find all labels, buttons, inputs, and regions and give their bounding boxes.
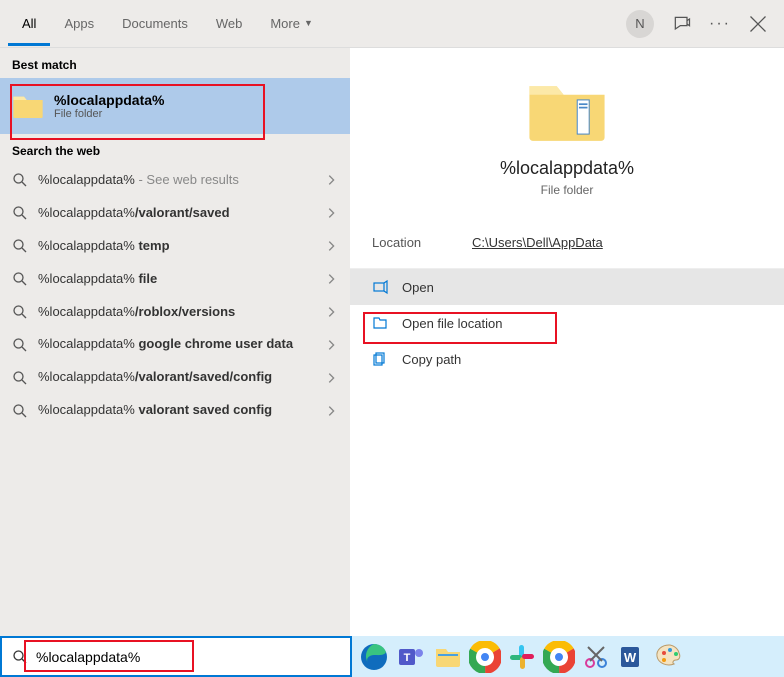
search-icon [12, 649, 28, 665]
folder-icon [12, 90, 44, 122]
chevron-right-icon [324, 404, 338, 418]
best-match-title: %localappdata% [54, 92, 164, 108]
action-open-location-label: Open file location [402, 316, 502, 331]
header-bar: All Apps Documents Web More ▼ N ··· [0, 0, 784, 48]
web-result-item[interactable]: %localappdata%/valorant/saved/config [0, 361, 350, 394]
taskbar-explorer-icon[interactable] [432, 641, 464, 673]
close-icon[interactable] [748, 14, 768, 34]
open-location-icon [372, 315, 388, 331]
search-web-label: Search the web [0, 134, 350, 164]
search-icon [12, 238, 28, 254]
best-match-item[interactable]: %localappdata% File folder [0, 78, 350, 134]
tab-more[interactable]: More ▼ [256, 2, 327, 46]
web-result-item[interactable]: %localappdata% temp [0, 230, 350, 263]
search-icon [12, 205, 28, 221]
web-result-text: %localappdata%/valorant/saved [38, 205, 314, 222]
detail-subtitle: File folder [370, 183, 764, 197]
tab-apps[interactable]: Apps [50, 2, 108, 46]
copy-icon [372, 351, 388, 367]
taskbar-slack-icon[interactable] [506, 641, 538, 673]
chevron-right-icon [324, 239, 338, 253]
chevron-right-icon [324, 206, 338, 220]
detail-header: %localappdata% File folder [350, 48, 784, 217]
detail-panel: %localappdata% File folder Location C:\U… [350, 48, 784, 636]
web-results-list: %localappdata% - See web results %localap… [0, 164, 350, 427]
search-icon [12, 370, 28, 386]
web-result-item[interactable]: %localappdata% google chrome user data [0, 328, 350, 361]
taskbar-word-icon[interactable]: W [617, 641, 649, 673]
search-input[interactable] [36, 649, 340, 665]
tab-more-label: More [270, 16, 300, 31]
search-icon [12, 304, 28, 320]
web-result-text: %localappdata% valorant saved config [38, 402, 314, 419]
taskbar-edge-icon[interactable] [358, 641, 390, 673]
main-content: Best match %localappdata% File folder Se… [0, 48, 784, 636]
search-bar[interactable] [0, 636, 352, 677]
more-options-icon[interactable]: ··· [710, 14, 730, 34]
web-result-text: %localappdata% - See web results [38, 172, 314, 189]
tab-all[interactable]: All [8, 2, 50, 46]
chevron-down-icon: ▼ [304, 18, 313, 28]
best-match-label: Best match [0, 48, 350, 78]
detail-title: %localappdata% [370, 158, 764, 179]
taskbar-snip-icon[interactable] [580, 641, 612, 673]
best-match-text: %localappdata% File folder [54, 92, 164, 120]
web-result-text: %localappdata% file [38, 271, 314, 288]
web-result-text: %localappdata%/valorant/saved/config [38, 369, 314, 386]
web-result-text: %localappdata% temp [38, 238, 314, 255]
action-open-location[interactable]: Open file location [350, 305, 784, 341]
web-result-item[interactable]: %localappdata%/roblox/versions [0, 296, 350, 329]
search-icon [12, 403, 28, 419]
tab-documents[interactable]: Documents [108, 2, 202, 46]
action-copy-path[interactable]: Copy path [350, 341, 784, 377]
taskbar: T W [352, 636, 784, 677]
action-open[interactable]: Open [350, 269, 784, 305]
taskbar-teams-icon[interactable]: T [395, 641, 427, 673]
chevron-right-icon [324, 272, 338, 286]
folder-icon-large [526, 76, 608, 144]
web-result-text: %localappdata%/roblox/versions [38, 304, 314, 321]
action-open-label: Open [402, 280, 434, 295]
best-match-subtitle: File folder [54, 108, 164, 120]
web-result-text: %localappdata% google chrome user data [38, 336, 314, 353]
open-icon [372, 279, 388, 295]
tab-list: All Apps Documents Web More ▼ [8, 2, 327, 46]
svg-text:W: W [624, 650, 637, 665]
svg-text:T: T [404, 652, 411, 664]
web-result-item[interactable]: %localappdata%/valorant/saved [0, 197, 350, 230]
taskbar-chrome2-icon[interactable] [543, 641, 575, 673]
chevron-right-icon [324, 173, 338, 187]
location-row: Location C:\Users\Dell\AppData [350, 217, 784, 269]
tab-web[interactable]: Web [202, 2, 257, 46]
taskbar-chrome-icon[interactable] [469, 641, 501, 673]
feedback-icon[interactable] [672, 14, 692, 34]
user-avatar[interactable]: N [626, 10, 654, 38]
web-result-item[interactable]: %localappdata% - See web results [0, 164, 350, 197]
location-value[interactable]: C:\Users\Dell\AppData [472, 235, 603, 250]
search-icon [12, 271, 28, 287]
search-icon [12, 337, 28, 353]
chevron-right-icon [324, 338, 338, 352]
taskbar-paint-icon[interactable] [654, 641, 686, 673]
header-right: N ··· [626, 10, 776, 38]
search-icon [12, 172, 28, 188]
web-result-item[interactable]: %localappdata% valorant saved config [0, 394, 350, 427]
web-result-item[interactable]: %localappdata% file [0, 263, 350, 296]
location-label: Location [372, 235, 472, 250]
results-panel: Best match %localappdata% File folder Se… [0, 48, 350, 636]
action-copy-path-label: Copy path [402, 352, 461, 367]
actions-list: Open Open file location Copy path [350, 269, 784, 377]
chevron-right-icon [324, 305, 338, 319]
chevron-right-icon [324, 371, 338, 385]
